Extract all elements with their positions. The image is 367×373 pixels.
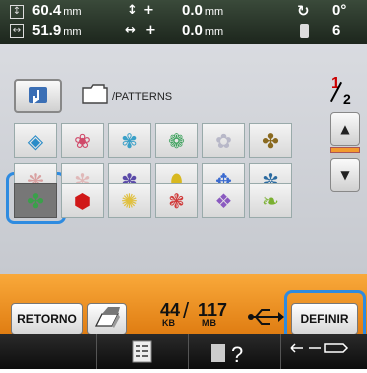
pattern-gold-ornament-icon: ✤ <box>262 128 279 153</box>
svg-text:?: ? <box>231 342 243 367</box>
scroll-down-button[interactable]: ▼ <box>330 158 360 192</box>
embroidery-frame-tab[interactable] <box>280 334 367 369</box>
move-y-readout: 0.0 mm <box>182 2 224 19</box>
pattern-thumbnail[interactable]: ❃ <box>155 183 198 218</box>
horizontal-move-icon: ↔ <box>125 23 136 38</box>
eraser-icon <box>94 307 120 328</box>
usb-icon <box>248 309 284 325</box>
pattern-diamond-blue-icon: ◈ <box>27 128 44 153</box>
machine-help-icon: ? <box>211 342 243 367</box>
horizontal-size-icon: ↔ <box>10 24 24 38</box>
pattern-thumbnail[interactable]: ❧ <box>249 183 292 218</box>
checklist-tab[interactable] <box>96 334 188 369</box>
pattern-purple-frame-icon: ❖ <box>214 188 233 213</box>
move-x-readout: 0.0 mm <box>182 22 224 39</box>
folder-path: /PATTERNS <box>112 91 173 103</box>
height-readout: 60.4 mm <box>32 2 82 19</box>
folder-up-button[interactable] <box>14 79 62 113</box>
folder-up-icon <box>29 87 47 104</box>
pattern-thumbnail[interactable]: ❀ <box>61 123 104 158</box>
page-total: 2 <box>343 91 351 107</box>
vertical-move-icon: ↕ <box>127 3 138 18</box>
delete-pattern-button[interactable] <box>87 303 127 335</box>
help-tab[interactable]: ? <box>188 334 280 369</box>
pattern-green-flower-icon: ❁ <box>168 128 185 153</box>
retorno-button[interactable]: RETORNO <box>11 303 83 335</box>
pattern-thumbnail[interactable]: ✤ <box>14 183 57 218</box>
pattern-bird-icon: ✾ <box>121 128 138 153</box>
pattern-octagon-flower-icon: ✺ <box>121 188 138 213</box>
pattern-thumbnail[interactable]: ◈ <box>14 123 57 158</box>
thread-spool-icon <box>300 24 309 38</box>
pattern-green-clover-icon: ✤ <box>27 188 44 213</box>
vertical-size-icon: ↕ <box>10 5 24 19</box>
pattern-red-cube-icon: ⬢ <box>73 188 92 213</box>
pattern-flower-spray-icon: ❀ <box>74 128 91 153</box>
width-readout: 51.9 mm <box>32 22 82 39</box>
scroll-thumb[interactable] <box>330 147 360 153</box>
pattern-thumbnail[interactable]: ❖ <box>202 183 245 218</box>
rotate-icon: ↻ <box>297 2 310 20</box>
top-status-bar: ↕ 60.4 mm ↔ 51.9 mm ↕ + 0.0 mm ↔ + 0.0 mm ↻ … <box>0 0 367 44</box>
page-indicator: 1 2 <box>325 75 355 109</box>
pattern-thumbnail[interactable]: ✿ <box>202 123 245 158</box>
pattern-red-floral-icon: ❃ <box>168 188 185 213</box>
checklist-icon <box>132 340 152 363</box>
vertical-move-sign: + <box>143 3 154 18</box>
scroll-up-button[interactable]: ▲ <box>330 112 360 146</box>
color-count-readout: 6 <box>332 22 341 39</box>
pattern-faint-flower-icon: ✿ <box>215 128 232 153</box>
folder-icon <box>82 84 108 104</box>
pattern-thumbnail[interactable]: ✺ <box>108 183 151 218</box>
pattern-thumbnail[interactable]: ❁ <box>155 123 198 158</box>
pattern-thumbnail[interactable]: ✾ <box>108 123 151 158</box>
pattern-thumbnail[interactable]: ⬢ <box>61 183 104 218</box>
memory-total-unit: MB <box>202 318 216 328</box>
rotation-readout: 0° <box>332 2 347 19</box>
memory-used-unit: KB <box>162 318 175 328</box>
pattern-thumbnail[interactable]: ✤ <box>249 123 292 158</box>
pattern-green-swirl-icon: ❧ <box>262 188 279 213</box>
horizontal-move-sign: + <box>145 23 156 38</box>
memory-slash: / <box>183 298 190 323</box>
frame-move-icon <box>290 343 349 353</box>
definir-button[interactable]: DEFINIR <box>291 303 358 335</box>
